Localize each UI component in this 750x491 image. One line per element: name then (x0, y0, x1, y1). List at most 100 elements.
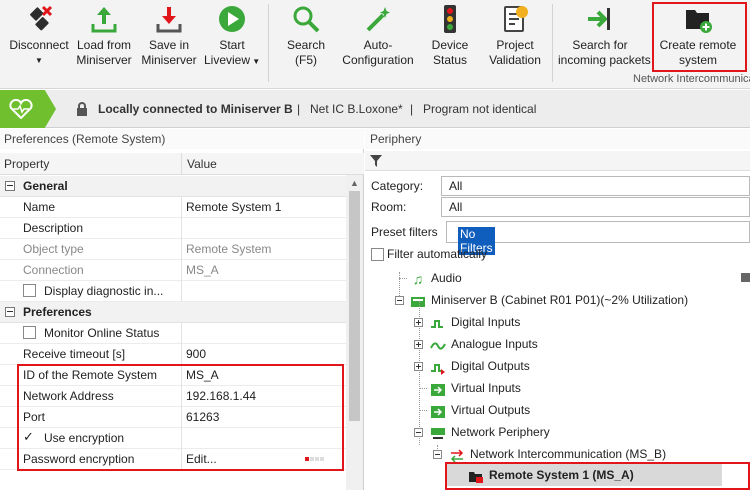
preset-filters-label: Preset filters (371, 225, 438, 239)
project-label-1: Project (496, 38, 534, 52)
room-label: Room: (371, 200, 407, 214)
tree-expand-icon[interactable] (414, 362, 423, 371)
tree-node-miniserver[interactable]: Miniserver B (Cabinet R01 P01)(~2% Utili… (410, 289, 688, 311)
status-indicator (0, 90, 56, 128)
collapse-icon[interactable] (5, 181, 15, 191)
incoming-arrow-icon (588, 8, 610, 30)
play-icon (219, 6, 245, 32)
highlight-create-remote (652, 2, 747, 72)
digital-input-icon (430, 316, 446, 330)
start-label-2: Liveview ▼ (204, 53, 261, 67)
save-in-miniserver-button[interactable]: Save in Miniserver (138, 4, 200, 68)
tree-collapse-icon[interactable] (433, 450, 442, 459)
analog-input-icon (430, 338, 446, 352)
virtual-output-icon (430, 404, 446, 418)
connection-status-bar: Locally connected to Miniserver B | Net … (0, 90, 750, 128)
project-name: Net IC B.Loxone* (310, 102, 403, 116)
filter-automatically-label: Filter automatically (387, 247, 488, 261)
project-label-2: Validation (489, 53, 541, 67)
periphery-filter-bar (365, 151, 750, 171)
tree-collapse-icon[interactable] (395, 296, 404, 305)
device-status-button[interactable]: Device Status (426, 4, 474, 68)
property-row-display-diagnostic[interactable]: Display diagnostic in... (0, 281, 346, 302)
highlight-remote-system (445, 462, 750, 490)
tree-collapse-icon[interactable] (414, 428, 423, 437)
search-icon (293, 6, 320, 33)
search-button[interactable]: Search (F5) (282, 4, 330, 68)
property-row-name[interactable]: Name Remote System 1 (0, 197, 346, 218)
load-from-miniserver-button[interactable]: Load from Miniserver (74, 4, 134, 68)
load-label-2: Miniserver (76, 53, 132, 67)
tree-line (419, 410, 427, 411)
ribbon-separator (268, 4, 269, 82)
scrollbar-thumb[interactable] (349, 191, 360, 421)
tree-node-network-periphery[interactable]: Network Periphery (430, 421, 550, 443)
tree-expand-icon[interactable] (414, 318, 423, 327)
device-label-2: Status (432, 53, 468, 67)
column-divider (181, 153, 182, 175)
disconnect-button[interactable]: Disconnect ▼ (6, 4, 72, 68)
tree-line (419, 388, 427, 389)
timeout-value[interactable]: 900 (186, 347, 206, 361)
tree-node-virtual-inputs[interactable]: Virtual Inputs (430, 377, 521, 399)
filter-automatically-checkbox[interactable] (371, 248, 384, 261)
chevron-down-icon: ▼ (35, 56, 43, 65)
tree-collapse-indicator[interactable] (741, 273, 750, 282)
start-liveview-button[interactable]: Start Liveview ▼ (204, 4, 260, 69)
magic-wand-icon (366, 7, 390, 32)
property-row-receive-timeout[interactable]: Receive timeout [s] 900 (0, 344, 346, 365)
tree-node-audio[interactable]: ♫ Audio (410, 267, 462, 289)
search-incoming-packets-button[interactable]: Search for incoming packets (558, 4, 651, 68)
program-status: Program not identical (423, 102, 537, 116)
load-label-1: Load from (76, 38, 132, 52)
monitor-online-checkbox[interactable] (23, 326, 36, 339)
searchfor-label-1: Search for (572, 38, 628, 52)
upload-arrow-icon (91, 7, 117, 33)
property-row-description[interactable]: Description (0, 218, 346, 239)
intercom-arrows-icon (449, 448, 465, 463)
toolbar-ribbon: Disconnect ▼ Load from Miniserver Save i… (0, 0, 750, 89)
property-scrollbar[interactable]: ▲ (346, 175, 363, 490)
name-value[interactable]: Remote System 1 (186, 200, 281, 214)
tree-node-digital-outputs[interactable]: Digital Outputs (430, 355, 530, 377)
project-validation-button[interactable]: Project Validation (486, 4, 544, 68)
download-arrow-icon (156, 7, 182, 33)
category-preferences[interactable]: Preferences (0, 302, 346, 323)
column-property: Property (4, 157, 50, 171)
diagnostic-checkbox[interactable] (23, 284, 36, 297)
auto-configuration-button[interactable]: Auto- Configuration (336, 4, 420, 68)
scroll-up-icon[interactable]: ▲ (350, 178, 359, 188)
traffic-light-icon (444, 5, 456, 33)
checklist-icon (504, 6, 528, 32)
lock-icon (77, 102, 87, 116)
connection-text: Locally connected to Miniserver B (98, 102, 293, 116)
tree-expand-icon[interactable] (414, 340, 423, 349)
searchfor-label-2: incoming packets (558, 53, 651, 67)
property-grid-header: Property Value (0, 153, 364, 175)
room-select[interactable]: All (441, 197, 750, 217)
save-label-1: Save in (148, 38, 190, 52)
start-label-1: Start (219, 38, 245, 52)
preset-filters-select[interactable]: No Filters (446, 221, 750, 255)
music-note-icon: ♫ (412, 270, 424, 287)
tree-node-analogue-inputs[interactable]: Analogue Inputs (430, 333, 538, 355)
tree-node-digital-inputs[interactable]: Digital Inputs (430, 311, 520, 333)
auto-label-2: Configuration (342, 53, 414, 67)
preferences-title: Preferences (Remote System) (0, 129, 364, 149)
property-row-object-type: Object type Remote System (0, 239, 346, 260)
heart-pulse-icon (9, 99, 33, 119)
ribbon-separator (552, 4, 553, 82)
device-label-1: Device (431, 38, 469, 52)
miniserver-icon (410, 294, 426, 308)
property-row-monitor-online[interactable]: Monitor Online Status (0, 323, 346, 344)
virtual-input-icon (430, 382, 446, 396)
network-icon (430, 426, 446, 440)
category-general[interactable]: General (0, 176, 346, 197)
category-label: Category: (371, 179, 424, 193)
category-select[interactable]: All (441, 176, 750, 196)
tree-node-virtual-outputs[interactable]: Virtual Outputs (430, 399, 530, 421)
collapse-icon[interactable] (5, 307, 15, 317)
filter-icon[interactable] (370, 155, 382, 167)
search-label-1: Search (286, 38, 326, 52)
highlight-network-settings (17, 364, 344, 471)
